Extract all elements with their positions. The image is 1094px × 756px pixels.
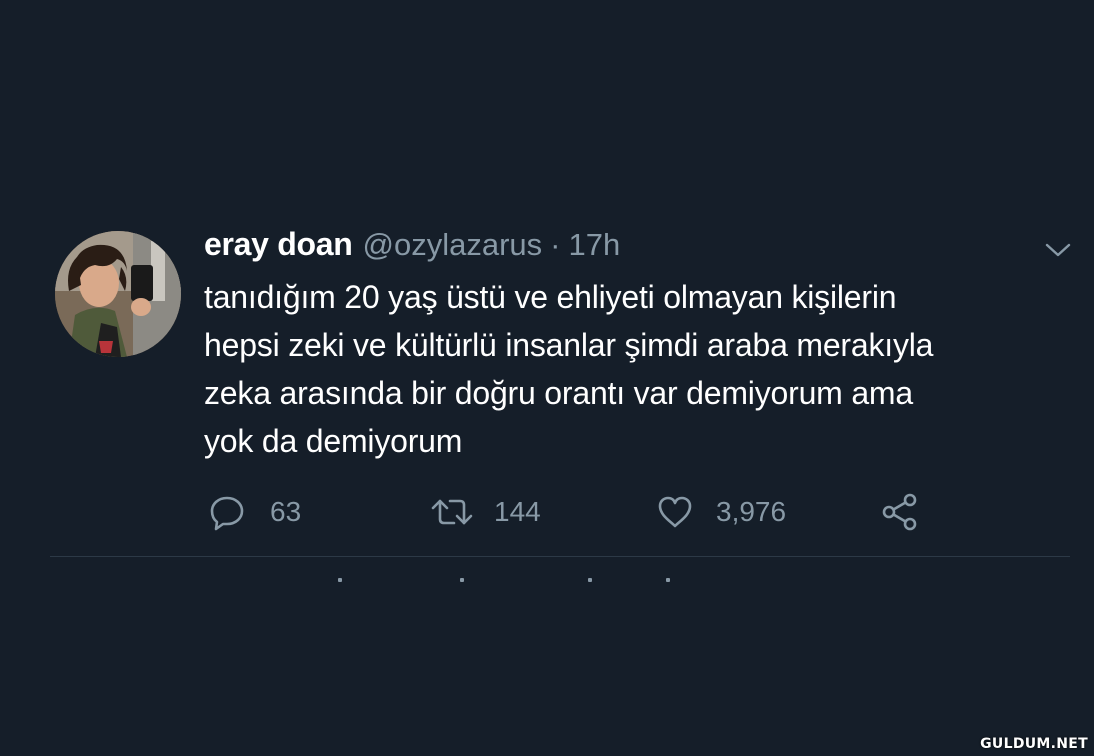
avatar-photo (55, 231, 181, 357)
tweet-text-line: zeka arasında bir doğru orantı var demiy… (204, 375, 913, 411)
tweet-text: tanıdığım 20 yaş üstü ve ehliyeti olmaya… (204, 273, 1074, 465)
like-button[interactable]: 3,976 (656, 490, 786, 534)
share-icon (880, 492, 920, 532)
retweet-icon (430, 493, 474, 531)
reply-count: 63 (270, 496, 302, 527)
like-count: 3,976 (716, 496, 787, 527)
next-tweet-partial (320, 578, 720, 586)
display-name[interactable]: eray doan (204, 226, 353, 263)
page: eray doan @ozylazarus · 17h tanıdığım 20… (0, 0, 1094, 756)
avatar[interactable] (55, 231, 181, 357)
heart-icon (656, 493, 694, 531)
tweet-text-line: yok da demiyorum (204, 423, 463, 459)
watermark-logo: GULDUM.NET (980, 736, 1088, 752)
divider (50, 556, 1070, 557)
tweet: eray doan @ozylazarus · 17h tanıdığım 20… (0, 0, 1094, 756)
reply-icon (208, 493, 246, 531)
tweet-text-line: tanıdığım 20 yaş üstü ve ehliyeti olmaya… (204, 279, 897, 315)
timestamp[interactable]: 17h (568, 227, 620, 263)
separator-dot: · (550, 227, 561, 262)
tweet-text-line: hepsi zeki ve kültürlü insanlar şimdi ar… (204, 327, 934, 363)
user-handle[interactable]: @ozylazarus (362, 227, 542, 263)
retweet-count: 144 (494, 496, 541, 527)
share-button[interactable] (880, 490, 920, 534)
chevron-down-icon[interactable] (1044, 240, 1072, 260)
reply-button[interactable]: 63 (208, 490, 301, 534)
tweet-actions: 63 144 3,976 (208, 490, 1028, 534)
tweet-header: eray doan @ozylazarus · 17h (204, 226, 620, 266)
retweet-button[interactable]: 144 (430, 490, 541, 534)
